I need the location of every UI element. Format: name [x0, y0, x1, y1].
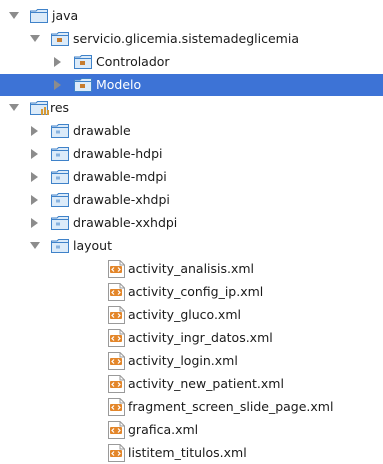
tree-item-drawable-xhdpi[interactable]: drawable-xhdpi	[0, 189, 383, 211]
tree-item-listitem-titulos-xml[interactable]: listitem_titulos.xml	[0, 442, 383, 464]
tree-item-controlador[interactable]: Controlador	[0, 51, 383, 73]
folder-icon	[51, 170, 69, 184]
tree-item-activity-new-patient-xml[interactable]: activity_new_patient.xml	[0, 373, 383, 395]
collapse-arrow-icon[interactable]	[29, 171, 41, 183]
collapse-arrow-icon[interactable]	[52, 56, 64, 68]
tree-item-grafica-xml[interactable]: grafica.xml	[0, 419, 383, 441]
collapse-arrow-icon[interactable]	[29, 194, 41, 206]
tree-item-fragment-screen-slide-page-xml[interactable]: fragment_screen_slide_page.xml	[0, 396, 383, 418]
tree-item-java[interactable]: java	[0, 5, 383, 27]
tree-item-activity-login-xml[interactable]: activity_login.xml	[0, 350, 383, 372]
source-folder-icon	[30, 9, 48, 23]
tree-item-label: drawable	[73, 123, 131, 138]
tree-item-label: activity_analisis.xml	[128, 261, 255, 276]
tree-item-drawable-xxhdpi[interactable]: drawable-xxhdpi	[0, 212, 383, 234]
xml-file-icon	[108, 260, 125, 278]
tree-item-drawable-hdpi[interactable]: drawable-hdpi	[0, 143, 383, 165]
tree-item-label: drawable-mdpi	[73, 169, 167, 184]
resource-folder-icon	[30, 101, 50, 115]
folder-icon	[51, 193, 69, 207]
tree-item-label: layout	[73, 238, 113, 253]
xml-file-icon	[108, 329, 125, 347]
tree-item-activity-ingr-datos-xml[interactable]: activity_ingr_datos.xml	[0, 327, 383, 349]
package-folder-icon	[51, 32, 69, 46]
expand-arrow-icon[interactable]	[29, 33, 41, 45]
tree-item-label: drawable-hdpi	[73, 146, 163, 161]
tree-item-layout[interactable]: layout	[0, 235, 383, 257]
xml-file-icon	[108, 283, 125, 301]
project-tree: java servicio.glicemia.sistemadeglicemia C…	[0, 0, 383, 463]
folder-icon	[51, 216, 69, 230]
collapse-arrow-icon[interactable]	[29, 217, 41, 229]
collapse-arrow-icon[interactable]	[52, 79, 64, 91]
xml-file-icon	[108, 306, 125, 324]
tree-item-modelo[interactable]: Modelo	[0, 74, 383, 96]
tree-item-servicio-glicemia-sistemadeglicemia[interactable]: servicio.glicemia.sistemadeglicemia	[0, 28, 383, 50]
tree-item-activity-gluco-xml[interactable]: activity_gluco.xml	[0, 304, 383, 326]
tree-item-label: activity_gluco.xml	[128, 307, 241, 322]
tree-item-label: Modelo	[96, 77, 142, 92]
tree-item-activity-config-ip-xml[interactable]: activity_config_ip.xml	[0, 281, 383, 303]
expand-arrow-icon[interactable]	[8, 102, 20, 114]
xml-file-icon	[108, 398, 125, 416]
tree-item-label: res	[50, 100, 70, 115]
package-folder-icon	[74, 78, 92, 92]
tree-item-label: servicio.glicemia.sistemadeglicemia	[73, 31, 299, 46]
expand-arrow-icon[interactable]	[29, 240, 41, 252]
tree-item-label: listitem_titulos.xml	[128, 445, 247, 460]
xml-file-icon	[108, 375, 125, 393]
xml-file-icon	[108, 352, 125, 370]
package-folder-icon	[74, 55, 92, 69]
collapse-arrow-icon[interactable]	[29, 148, 41, 160]
xml-file-icon	[108, 421, 125, 439]
xml-file-icon	[108, 444, 125, 462]
expand-arrow-icon[interactable]	[8, 10, 20, 22]
tree-item-label: activity_config_ip.xml	[128, 284, 264, 299]
tree-item-res[interactable]: res	[0, 97, 383, 119]
tree-item-label: drawable-xxhdpi	[73, 215, 178, 230]
folder-icon	[51, 239, 69, 253]
tree-item-label: fragment_screen_slide_page.xml	[128, 399, 334, 414]
tree-item-label: java	[52, 8, 79, 23]
tree-item-drawable-mdpi[interactable]: drawable-mdpi	[0, 166, 383, 188]
folder-icon	[51, 147, 69, 161]
tree-item-label: activity_login.xml	[128, 353, 238, 368]
tree-item-label: activity_new_patient.xml	[128, 376, 284, 391]
tree-item-label: drawable-xhdpi	[73, 192, 170, 207]
tree-item-label: activity_ingr_datos.xml	[128, 330, 273, 345]
folder-icon	[51, 124, 69, 138]
tree-item-label: Controlador	[96, 54, 170, 69]
tree-item-drawable[interactable]: drawable	[0, 120, 383, 142]
tree-item-activity-analisis-xml[interactable]: activity_analisis.xml	[0, 258, 383, 280]
tree-item-label: grafica.xml	[128, 422, 199, 437]
collapse-arrow-icon[interactable]	[29, 125, 41, 137]
